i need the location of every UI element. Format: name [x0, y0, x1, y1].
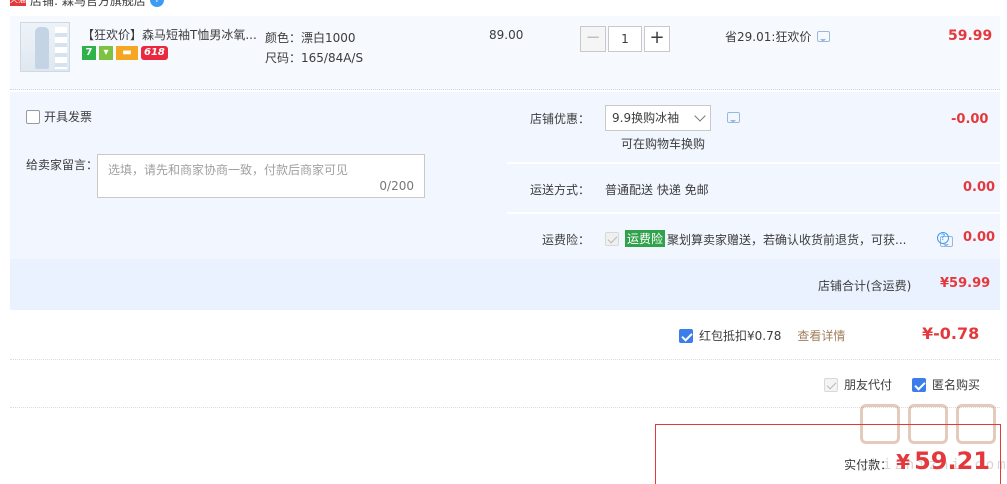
invoice-label: 开具发票	[44, 110, 93, 124]
insurance-tag: 运费险	[625, 230, 666, 247]
buyer-options: 开具发票 给卖家留言： 选填，请先和商家协商一致，付款后商家可见 0/200	[10, 92, 506, 258]
store-row: 天猫 店铺: 森马官方旗舰店 i	[10, 0, 164, 8]
promo-618-badge: 618	[141, 46, 168, 60]
insurance-text: 聚划算卖家赠送，若确认收货前退货，可获...	[667, 233, 907, 247]
seller-message-input[interactable]: 选填，请先和商家协商一致，付款后商家可见 0/200	[97, 154, 425, 198]
red-packet-checkbox[interactable]	[679, 328, 693, 343]
decrease-button[interactable]: −	[580, 26, 606, 52]
seven-day-return-badge: 7	[82, 46, 96, 60]
product-badges: 7 ▾ ▬ 618	[82, 46, 168, 60]
red-packet-option[interactable]: 红包抵扣¥0.78 查看详情	[679, 327, 845, 344]
insurance-row: 运费险： 运费险 聚划算卖家赠送，若确认收货前退货，可获... ? 0.00	[507, 214, 1000, 258]
sku-color: 颜色：漂白1000	[265, 31, 356, 45]
view-details-link[interactable]: 查看详情	[797, 327, 845, 344]
help-icon[interactable]: ?	[937, 232, 949, 244]
anonymous-label: 匿名购买	[932, 378, 981, 392]
friend-pay-checkbox[interactable]	[824, 377, 838, 392]
final-payment: 实付款： ¥ 59.21	[844, 447, 990, 475]
final-payment-box: 实付款： ¥ 59.21	[655, 424, 1001, 484]
shopping-bag-icon: ▾	[99, 46, 113, 60]
final-amount: 59.21	[914, 447, 990, 475]
product-image-figure	[35, 27, 49, 69]
invoice-checkbox[interactable]	[26, 109, 40, 124]
quantity-input[interactable]: 1	[608, 26, 642, 52]
insurance-checkbox	[605, 232, 619, 246]
payment-options: 朋友代付 匿名购买	[824, 376, 980, 393]
store-discount-note: 可在购物车换购	[621, 137, 706, 151]
message-char-count: 0/200	[379, 179, 414, 193]
friend-pay-label: 朋友代付	[844, 378, 893, 392]
store-options: 店铺优惠： 9.9换购冰袖 可在购物车换购 -0.00 运送方式： 普通配送 快…	[507, 92, 1000, 258]
increase-button[interactable]: +	[644, 26, 670, 52]
message-label: 给卖家留言：	[26, 158, 99, 172]
message-placeholder: 选填，请先和商家协商一致，付款后商家可见	[108, 163, 349, 177]
product-title[interactable]: 【狂欢价】森马短袖T恤男冰氧...	[82, 26, 262, 43]
unit-price: 89.00	[489, 28, 524, 42]
red-packet-value: ¥-0.78	[922, 324, 980, 343]
product-image-strip	[55, 27, 67, 69]
store-discount-value: -0.00	[951, 112, 989, 127]
shipping-row: 运送方式： 普通配送 快递 免邮 0.00	[507, 164, 1000, 212]
store-discount-label: 店铺优惠：	[530, 112, 591, 126]
payment-options-row: 朋友代付 匿名购买	[10, 362, 1000, 408]
chat-icon[interactable]	[817, 31, 831, 42]
order-options: 开具发票 给卖家留言： 选填，请先和商家协商一致，付款后商家可见 0/200 店…	[10, 92, 1000, 310]
store-subtotal-bar: 店铺合计(含运费) ¥59.99	[10, 259, 1000, 310]
item-total: 59.99	[948, 28, 993, 44]
product-thumbnail[interactable]	[20, 22, 70, 72]
saving-info: 省29.01:狂欢价	[725, 28, 831, 45]
subtotal-value: ¥59.99	[940, 276, 991, 291]
tmall-badge: 天猫	[10, 0, 26, 6]
product-sku: 颜色：漂白1000 尺码：165/84A/S	[265, 28, 363, 68]
red-packet-row: 红包抵扣¥0.78 查看详情 ¥-0.78	[10, 316, 1000, 360]
store-discount-row: 店铺优惠： 9.9换购冰袖 可在购物车换购 -0.00	[507, 92, 1000, 162]
final-label: 实付款：	[844, 458, 893, 472]
saving-text: 省29.01:狂欢价	[725, 30, 812, 44]
store-discount-select[interactable]: 9.9换购冰袖	[605, 105, 711, 131]
currency-symbol: ¥	[896, 450, 911, 474]
quantity-stepper: − 1 +	[580, 26, 670, 52]
shipping-method: 普通配送 快递 免邮	[605, 183, 709, 197]
subtotal-label: 店铺合计(含运费)	[818, 279, 912, 293]
store-name[interactable]: 店铺: 森马官方旗舰店	[30, 0, 146, 9]
shipping-value: 0.00	[963, 180, 996, 195]
sku-size: 尺码：165/84A/S	[265, 51, 364, 65]
insurance-value: 0.00	[963, 230, 996, 245]
info-icon[interactable]: i	[149, 0, 164, 7]
anonymous-checkbox[interactable]	[912, 377, 927, 392]
invoice-option[interactable]: 开具发票	[26, 108, 92, 125]
store-discount-selected: 9.9换购冰袖	[612, 111, 680, 125]
chevron-down-icon	[694, 110, 706, 122]
chat-icon[interactable]	[727, 112, 740, 123]
red-packet-label: 红包抵扣¥0.78	[699, 329, 782, 343]
insurance-label: 运费险：	[542, 233, 591, 247]
product-row: 【狂欢价】森马短袖T恤男冰氧... 7 ▾ ▬ 618 颜色：漂白1000 尺码…	[10, 16, 1000, 90]
shipping-label: 运送方式：	[530, 183, 591, 197]
credit-card-icon: ▬	[116, 46, 138, 60]
